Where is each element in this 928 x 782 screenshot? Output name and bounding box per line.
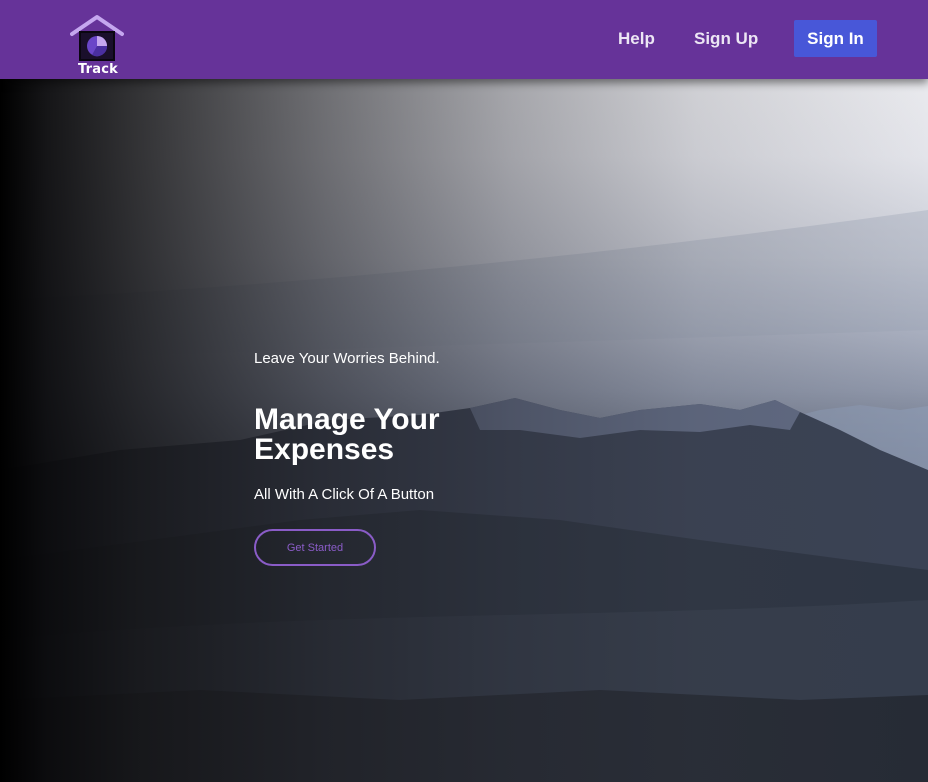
top-navbar: Track Help Sign Up Sign In (0, 0, 928, 79)
hero-subline: All With A Click Of A Button (254, 486, 435, 503)
logo-text: Track (78, 62, 118, 77)
get-started-button[interactable]: Get Started (254, 529, 376, 566)
nav-sign-up-link[interactable]: Sign Up (694, 29, 758, 49)
hero-background (0, 0, 928, 782)
hero-headline: Manage Your Expenses (254, 403, 440, 466)
sign-in-button[interactable]: Sign In (794, 20, 877, 57)
landing-page: Track Help Sign Up Sign In Leave Your Wo… (0, 0, 928, 782)
nav-help-link[interactable]: Help (618, 29, 655, 49)
hero-tagline: Leave Your Worries Behind. (254, 350, 440, 367)
hero-dark-gradient (0, 0, 928, 782)
